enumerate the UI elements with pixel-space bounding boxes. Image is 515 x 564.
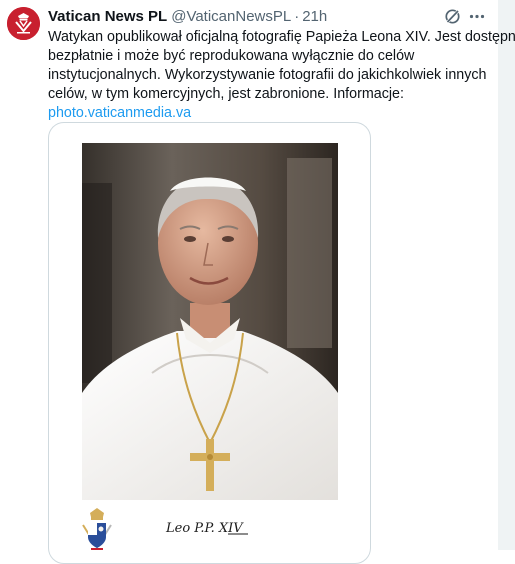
papal-coat-of-arms bbox=[82, 508, 112, 550]
tweet-text: Watykan opublikował oficjalną fotografię… bbox=[48, 28, 515, 123]
grok-icon[interactable] bbox=[444, 8, 461, 25]
tweet-text-line: celów, w tym komercyjnych, jest zabronio… bbox=[48, 86, 404, 102]
more-icon[interactable] bbox=[468, 8, 486, 25]
tweet-link[interactable]: photo.vaticanmedia.va bbox=[48, 104, 492, 123]
tweet-timestamp[interactable]: 21h bbox=[302, 8, 327, 25]
author-handle[interactable]: @VaticanNewsPL bbox=[171, 8, 291, 25]
tweet-text-line: bezpłatnie i może być reprodukowana wyłą… bbox=[48, 48, 415, 64]
timeline-edge bbox=[498, 0, 515, 550]
vatican-news-logo-icon bbox=[7, 7, 40, 40]
tweet-media[interactable]: Leo P.P. XIV bbox=[48, 122, 371, 564]
tweet[interactable]: Vatican News PL @VaticanNewsPL · 21h Wat… bbox=[0, 0, 515, 564]
tweet-text-line: instytucjonalnych. Wykorzystywanie fotog… bbox=[48, 67, 487, 83]
tweet-text-line: Watykan opublikował oficjalną fotografię… bbox=[48, 29, 515, 45]
author-display-name[interactable]: Vatican News PL bbox=[48, 8, 167, 25]
avatar[interactable] bbox=[7, 7, 40, 40]
pope-portrait-image bbox=[82, 143, 338, 500]
tweet-header: Vatican News PL @VaticanNewsPL · 21h bbox=[48, 6, 327, 26]
header-separator: · bbox=[294, 7, 300, 25]
papal-signature: Leo P.P. XIV bbox=[165, 521, 248, 536]
